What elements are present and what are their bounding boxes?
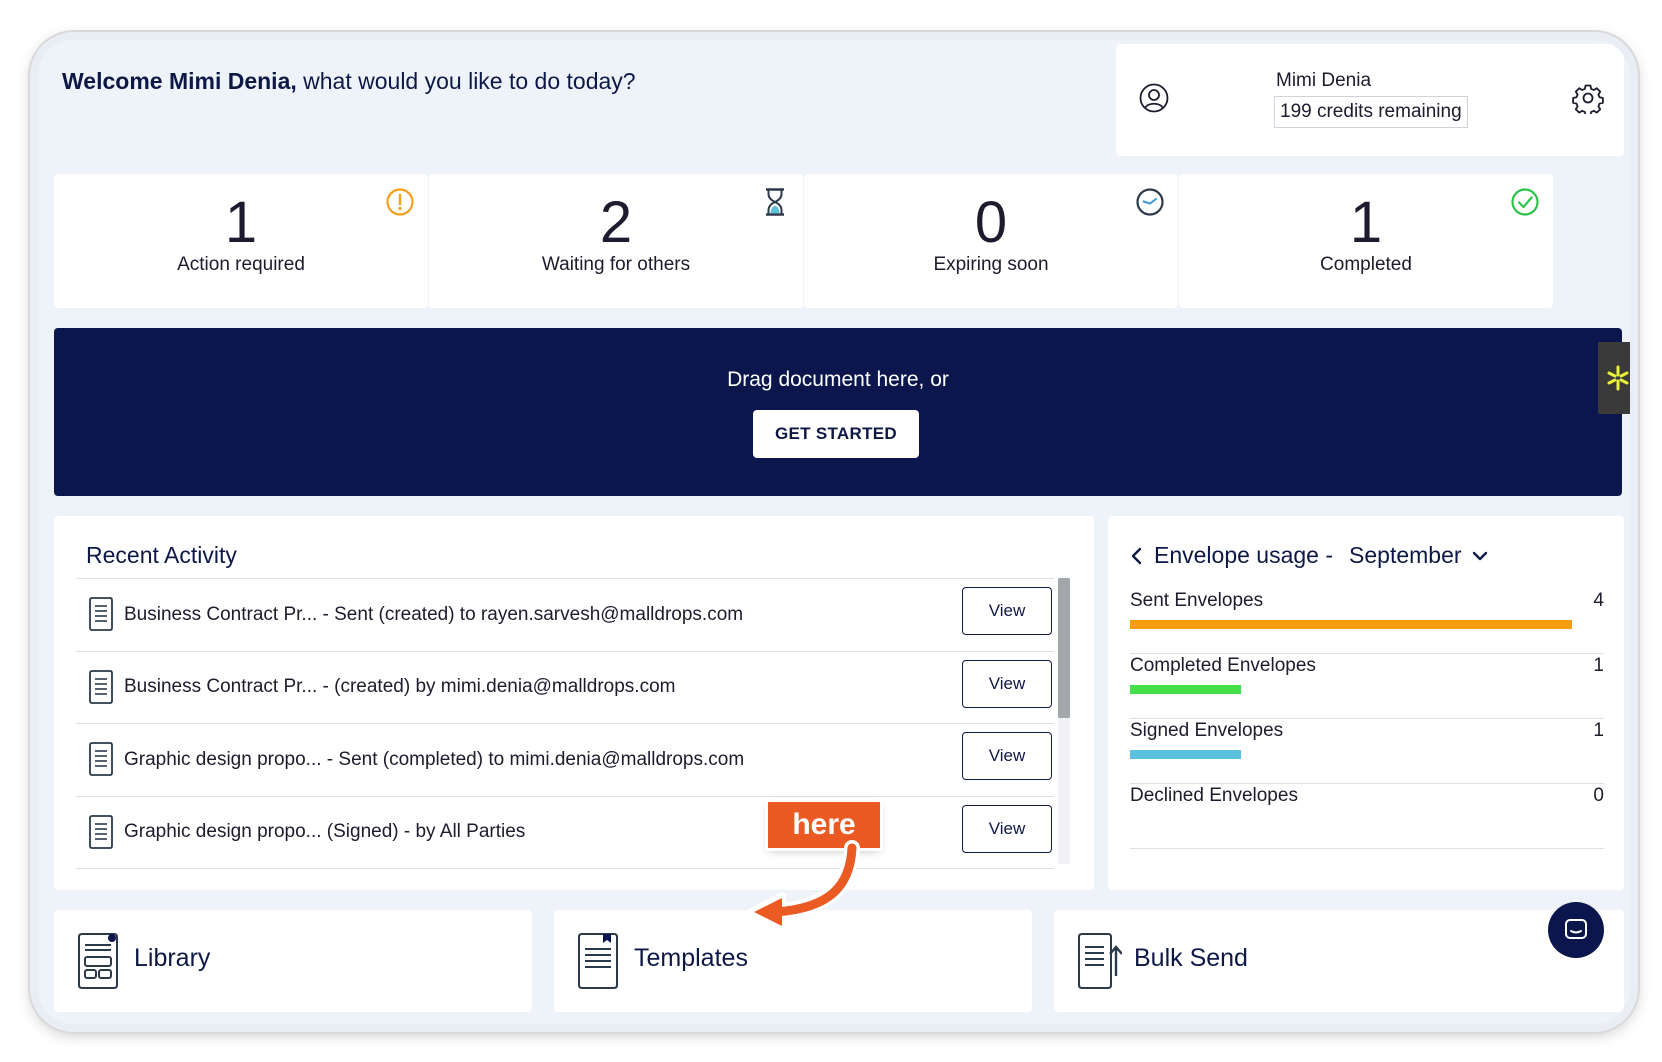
bulk-send-icon bbox=[1078, 933, 1122, 989]
library-card[interactable]: Library bbox=[54, 910, 532, 1012]
stat-waiting-for-others[interactable]: 2 Waiting for others bbox=[429, 174, 803, 308]
usage-item-signed: Signed Envelopes 1 bbox=[1130, 720, 1604, 784]
library-icon bbox=[78, 933, 118, 989]
usage-bar bbox=[1130, 620, 1572, 629]
hourglass-icon bbox=[766, 188, 784, 216]
activity-text: Graphic design propo... - Sent (complete… bbox=[124, 748, 745, 770]
stat-value: 0 bbox=[974, 190, 1008, 255]
usage-count: 1 bbox=[1593, 720, 1604, 741]
welcome-name: Welcome Mimi Denia, bbox=[62, 68, 297, 94]
usage-item-sent: Sent Envelopes 4 bbox=[1130, 590, 1604, 654]
usage-bar bbox=[1130, 750, 1241, 759]
view-button[interactable]: View bbox=[962, 732, 1052, 780]
usage-item-declined: Declined Envelopes 0 bbox=[1130, 785, 1604, 849]
list-item: Graphic design propo... (Signed) - by Al… bbox=[76, 797, 1054, 869]
document-icon bbox=[89, 814, 113, 849]
recent-activity-panel: Recent Activity Business Contract Pr... … bbox=[54, 516, 1094, 890]
view-button[interactable]: View bbox=[962, 587, 1052, 635]
chevron-down-icon[interactable] bbox=[1472, 550, 1488, 562]
activity-text: Business Contract Pr... - (created) by m… bbox=[124, 676, 676, 698]
stat-action-required[interactable]: 1 Action required bbox=[54, 174, 428, 308]
usage-item-completed: Completed Envelopes 1 bbox=[1130, 655, 1604, 719]
recent-activity-list: Business Contract Pr... - Sent (created)… bbox=[76, 578, 1054, 869]
alert-circle-icon bbox=[386, 188, 414, 216]
document-dropzone[interactable]: Drag document here, or GET STARTED bbox=[54, 328, 1622, 496]
envelope-usage-header: Envelope usage - September bbox=[1130, 542, 1488, 569]
usage-count: 1 bbox=[1593, 655, 1604, 676]
recent-activity-title: Recent Activity bbox=[86, 542, 237, 568]
sparkle-icon bbox=[1607, 365, 1629, 391]
usage-name: Declined Envelopes bbox=[1130, 785, 1298, 806]
stat-label: Action required bbox=[177, 254, 305, 275]
envelope-usage-title: Envelope usage - bbox=[1154, 542, 1334, 568]
activity-text: Graphic design propo... (Signed) - by Al… bbox=[124, 821, 526, 843]
user-card: Mimi Denia 199 credits remaining bbox=[1116, 44, 1624, 156]
welcome-question: what would you like to do today? bbox=[296, 68, 636, 94]
chat-icon bbox=[1565, 919, 1587, 939]
usage-name: Signed Envelopes bbox=[1130, 720, 1284, 741]
envelope-usage-panel: Envelope usage - September Sent Envelope… bbox=[1108, 516, 1624, 890]
document-icon bbox=[89, 669, 113, 704]
stat-expiring-soon[interactable]: 0 Expiring soon bbox=[804, 174, 1178, 308]
usage-bar bbox=[1130, 685, 1241, 694]
dropzone-text: Drag document here, or bbox=[727, 368, 949, 391]
document-icon bbox=[89, 597, 113, 631]
bulk-send-label: Bulk Send bbox=[1134, 944, 1248, 972]
check-circle-icon bbox=[1511, 188, 1539, 216]
chat-button[interactable] bbox=[1548, 902, 1604, 958]
view-button[interactable]: View bbox=[962, 659, 1052, 708]
activity-text: Business Contract Pr... - Sent (created)… bbox=[124, 603, 744, 625]
list-item: Business Contract Pr... - (created) by m… bbox=[76, 652, 1054, 724]
get-started-button[interactable]: GET STARTED bbox=[753, 410, 919, 458]
stat-value: 1 bbox=[1349, 190, 1383, 255]
stat-value: 1 bbox=[224, 190, 258, 255]
stat-label: Expiring soon bbox=[933, 254, 1049, 275]
month-selector[interactable]: September bbox=[1349, 542, 1462, 569]
credits-remaining: 199 credits remaining bbox=[1274, 96, 1468, 128]
stat-value: 2 bbox=[599, 190, 633, 255]
list-item: Graphic design propo... - Sent (complete… bbox=[76, 724, 1054, 797]
user-name: Mimi Denia bbox=[1276, 70, 1372, 91]
templates-label: Templates bbox=[634, 944, 748, 972]
stat-label: Waiting for others bbox=[541, 254, 691, 275]
view-button[interactable]: View bbox=[962, 804, 1052, 853]
bulk-send-card[interactable]: Bulk Send bbox=[1054, 910, 1624, 1012]
feedback-side-tab[interactable] bbox=[1598, 342, 1630, 414]
usage-name: Sent Envelopes bbox=[1130, 590, 1264, 611]
chevron-left-icon[interactable] bbox=[1130, 547, 1142, 565]
library-label: Library bbox=[134, 944, 211, 972]
scrollbar-thumb[interactable] bbox=[1058, 578, 1070, 718]
usage-count: 4 bbox=[1593, 590, 1604, 611]
curved-arrow-icon bbox=[748, 840, 860, 932]
templates-icon bbox=[578, 933, 618, 989]
stat-completed[interactable]: 1 Completed bbox=[1179, 174, 1553, 308]
list-item: Business Contract Pr... - Sent (created)… bbox=[76, 579, 1054, 652]
document-icon bbox=[89, 742, 113, 776]
stat-label: Completed bbox=[1320, 254, 1412, 275]
welcome-heading: Welcome Mimi Denia, what would you like … bbox=[62, 68, 636, 95]
usage-count: 0 bbox=[1593, 785, 1604, 806]
gear-icon[interactable] bbox=[1572, 82, 1604, 114]
clock-icon bbox=[1136, 188, 1164, 216]
user-icon[interactable] bbox=[1138, 82, 1170, 114]
usage-name: Completed Envelopes bbox=[1130, 655, 1316, 676]
